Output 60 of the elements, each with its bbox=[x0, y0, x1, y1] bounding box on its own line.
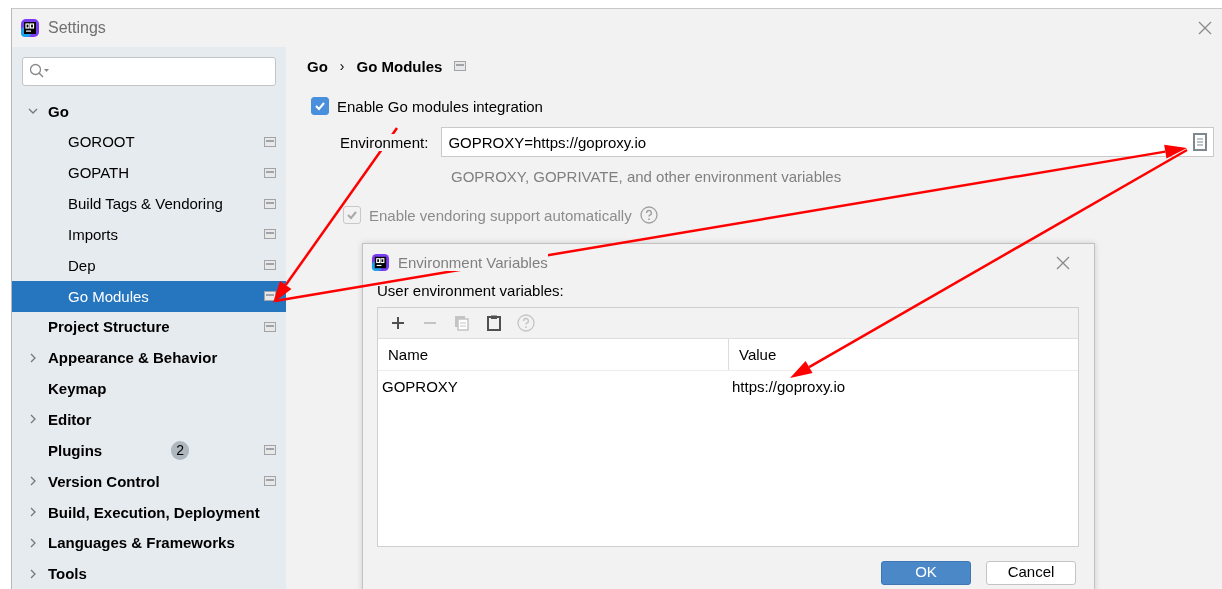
tree-item[interactable]: Dep bbox=[12, 249, 286, 281]
project-scope-icon bbox=[264, 476, 276, 487]
ok-button[interactable]: OK bbox=[881, 561, 971, 585]
project-scope-icon bbox=[264, 321, 276, 332]
project-scope-icon bbox=[264, 229, 276, 240]
tree-item[interactable]: Project Structure bbox=[12, 311, 286, 343]
checkbox[interactable] bbox=[311, 97, 329, 115]
project-scope-icon bbox=[264, 260, 276, 271]
table-cell-text: GOPROXY bbox=[381, 376, 459, 397]
checkbox-label: Enable Go modules integration bbox=[337, 97, 543, 115]
tree-item[interactable]: Tools bbox=[12, 558, 286, 589]
table-cell-text: https://goproxy.io bbox=[731, 376, 847, 397]
tree-item[interactable]: GOROOT bbox=[12, 126, 286, 158]
tree-item[interactable]: Version Control bbox=[12, 465, 286, 497]
tree-item[interactable]: Build, Execution, Deployment bbox=[12, 496, 286, 528]
hint-text: GOPROXY, GOPRIVATE, and other environment variables bbox=[451, 168, 843, 185]
breadcrumb-item[interactable]: Go bbox=[307, 57, 328, 75]
app-logo-icon bbox=[371, 253, 390, 272]
app-logo-icon bbox=[20, 18, 40, 38]
window-title: Settings bbox=[48, 19, 106, 37]
environment-field[interactable]: GOPROXY=https://goproxy.io bbox=[441, 127, 1214, 157]
field-label: Environment: bbox=[340, 133, 429, 151]
count-badge: 2 bbox=[171, 440, 190, 460]
checkbox-label: Enable vendoring support automatically bbox=[369, 206, 632, 224]
column-header[interactable]: Name bbox=[378, 339, 728, 370]
search-icon bbox=[29, 63, 51, 80]
tree-item[interactable]: Go Modules bbox=[12, 280, 286, 312]
chevron-right-icon[interactable] bbox=[28, 352, 38, 363]
tree-item[interactable]: Imports bbox=[12, 219, 286, 250]
chevron-right-icon[interactable] bbox=[28, 476, 38, 487]
add-icon[interactable] bbox=[391, 316, 405, 330]
section-label: User environment variables: bbox=[377, 282, 565, 299]
project-scope-icon bbox=[264, 167, 276, 178]
check-icon bbox=[346, 209, 358, 221]
chevron-right-icon[interactable] bbox=[28, 568, 38, 579]
project-scope-icon bbox=[264, 291, 276, 302]
help-icon[interactable] bbox=[639, 206, 658, 224]
tree-item[interactable]: Build Tags & Vendoring bbox=[12, 188, 286, 219]
check-icon bbox=[314, 100, 326, 112]
tree-item[interactable]: Editor bbox=[12, 404, 286, 435]
tree-item[interactable]: Languages & Frameworks bbox=[12, 527, 286, 559]
chevron-right-icon[interactable] bbox=[28, 537, 38, 548]
tree-item[interactable]: GOPATH bbox=[12, 157, 286, 189]
breadcrumb-item[interactable]: Go Modules bbox=[356, 57, 443, 75]
cancel-button[interactable]: Cancel bbox=[986, 561, 1076, 585]
document-icon[interactable] bbox=[1193, 133, 1207, 151]
project-scope-icon bbox=[264, 136, 276, 147]
tree-item[interactable]: Keymap bbox=[12, 373, 286, 405]
project-scope-icon bbox=[454, 61, 467, 71]
dialog-title: Environment Variables bbox=[398, 254, 548, 271]
tree-item[interactable]: Plugins 2 bbox=[12, 434, 286, 466]
breadcrumb-separator: › bbox=[339, 58, 345, 74]
tree-item[interactable]: Go bbox=[12, 95, 286, 127]
chevron-right-icon[interactable] bbox=[28, 507, 38, 517]
clipboard-icon[interactable] bbox=[487, 315, 501, 331]
project-scope-icon bbox=[264, 198, 276, 209]
project-scope-icon bbox=[264, 445, 276, 456]
search-field[interactable] bbox=[22, 57, 276, 86]
tree-item[interactable]: Appearance & Behavior bbox=[12, 342, 286, 374]
chevron-right-icon[interactable] bbox=[28, 414, 38, 425]
